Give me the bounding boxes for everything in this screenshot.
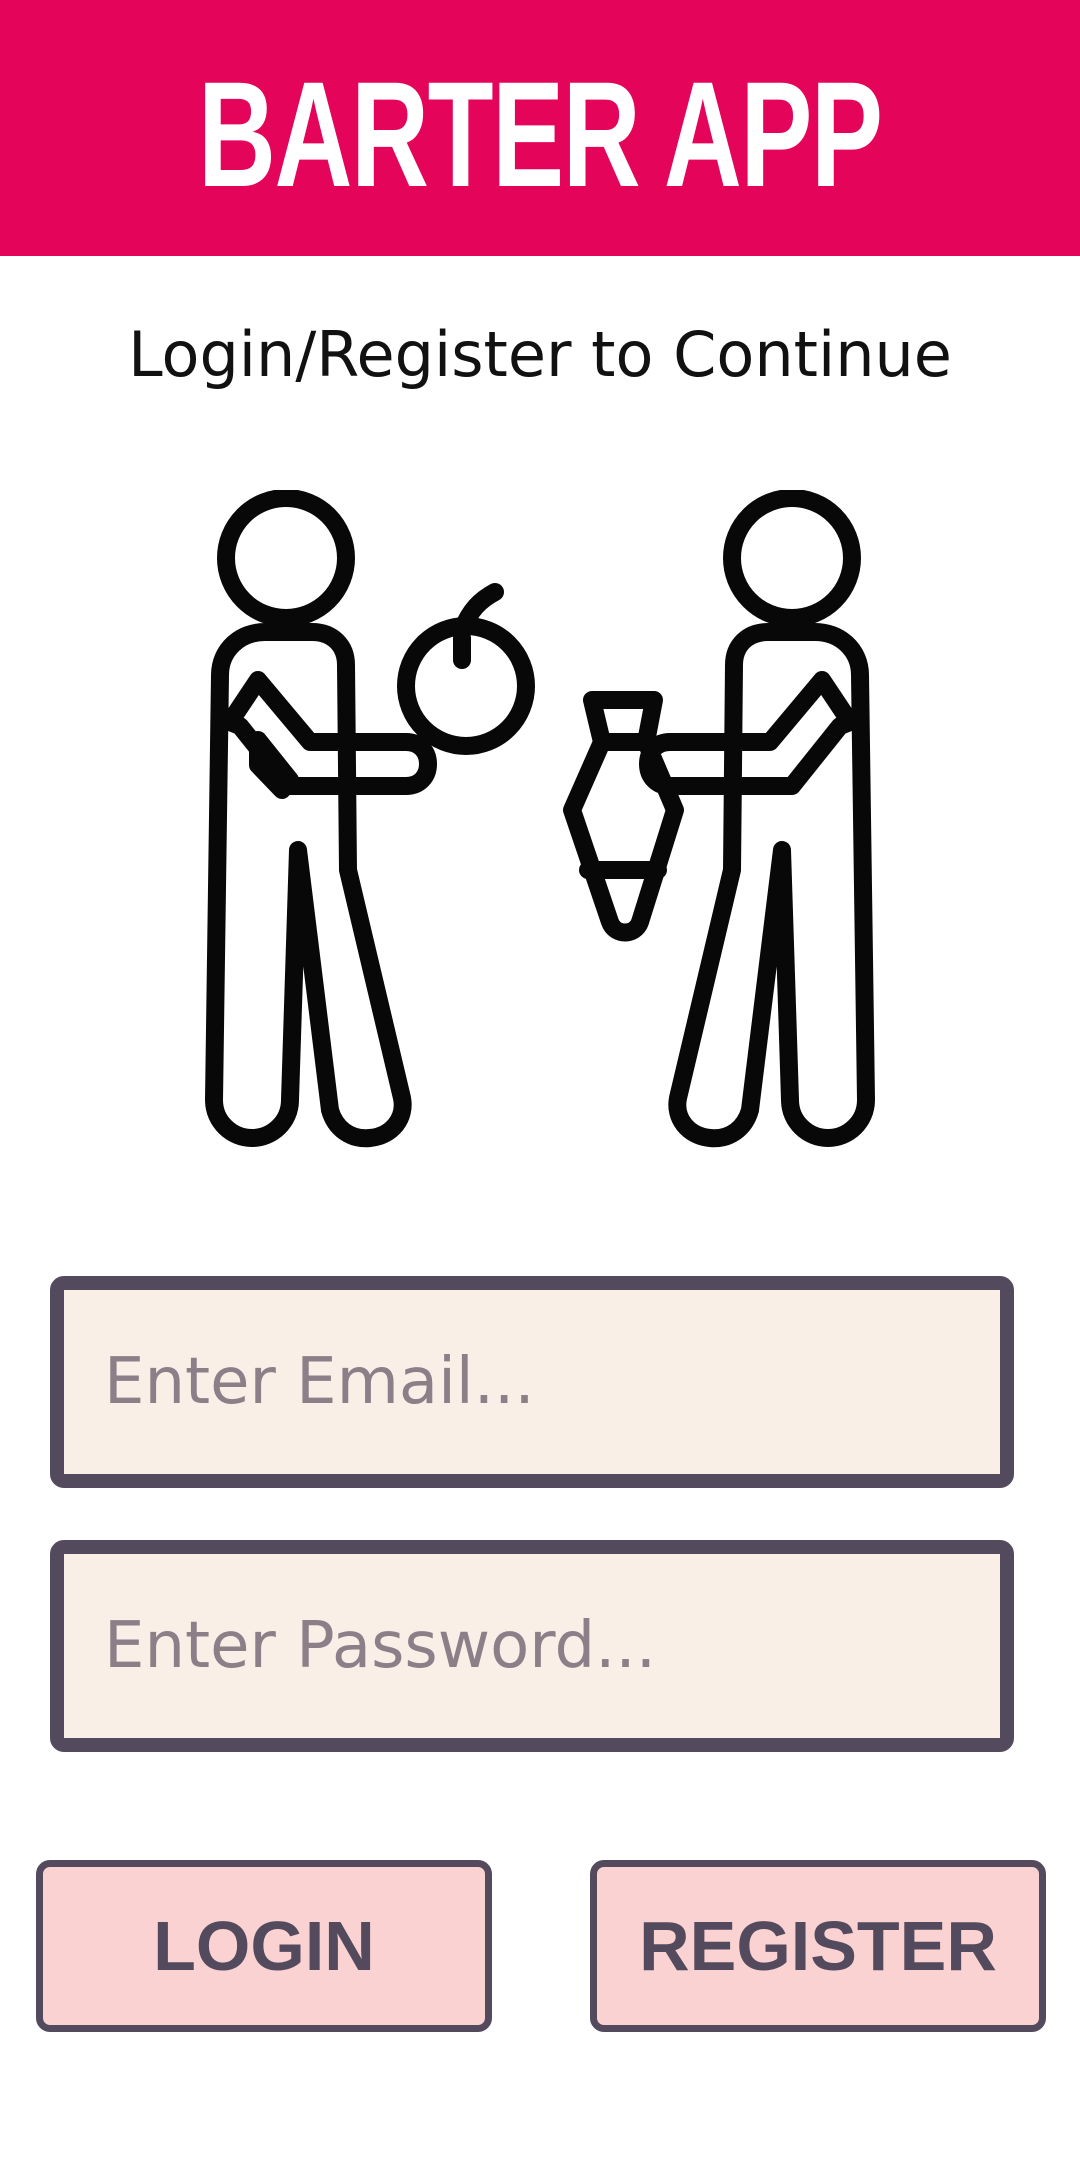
right-person-arm bbox=[639, 671, 859, 795]
email-input[interactable] bbox=[64, 1290, 1000, 1474]
barter-people-exchange-icon bbox=[205, 490, 875, 1148]
app-header: BARTER APP bbox=[0, 0, 1080, 256]
login-button[interactable]: LOGIN bbox=[36, 1860, 492, 2032]
email-field[interactable] bbox=[50, 1276, 1014, 1488]
app-title: BARTER APP bbox=[198, 50, 883, 218]
app-screen: BARTER APP Login/Register to Continue LO… bbox=[0, 0, 1080, 2160]
right-person-head bbox=[723, 490, 861, 627]
left-person-head bbox=[217, 490, 355, 627]
login-subtitle: Login/Register to Continue bbox=[128, 318, 952, 391]
password-input[interactable] bbox=[64, 1554, 1000, 1738]
password-field[interactable] bbox=[50, 1540, 1014, 1752]
register-button[interactable]: REGISTER bbox=[590, 1860, 1046, 2032]
